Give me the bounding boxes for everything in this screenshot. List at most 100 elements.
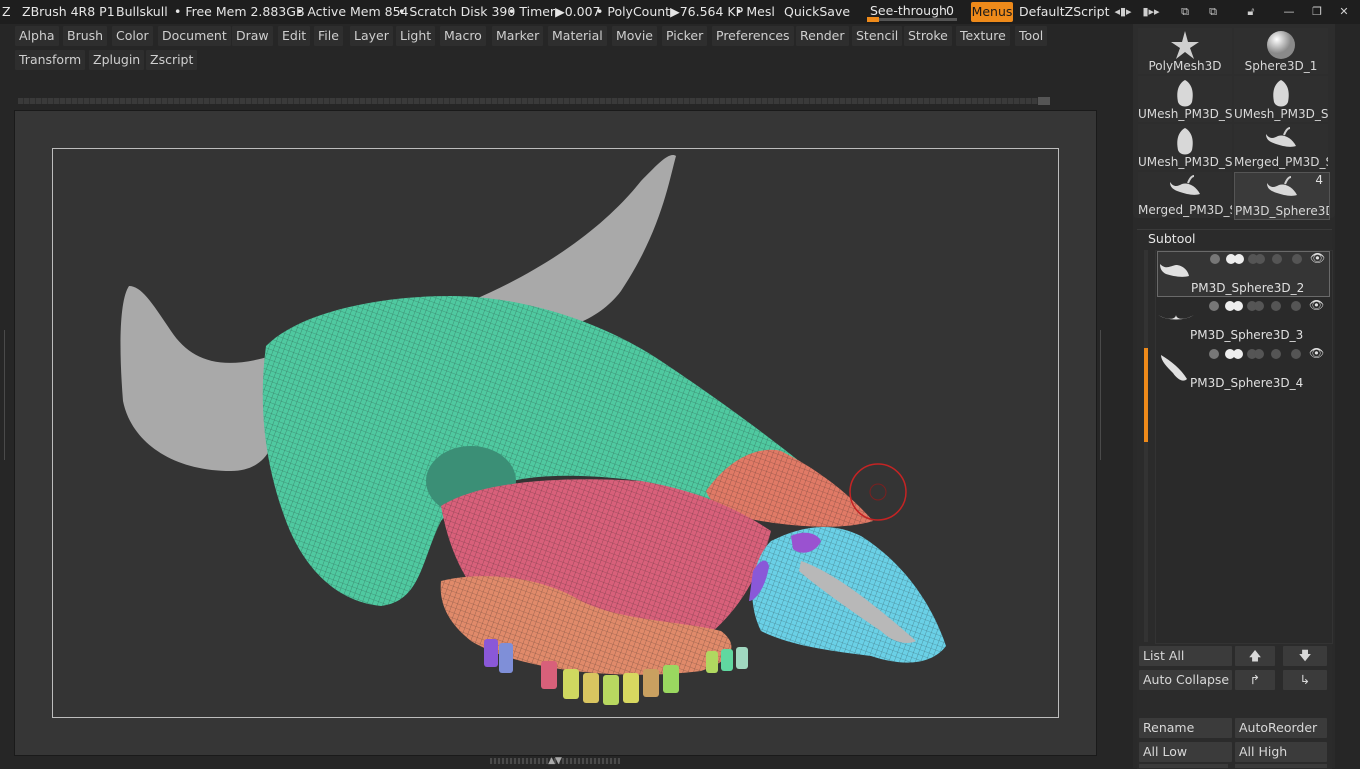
tool-count-badge: 4 — [1315, 173, 1323, 187]
visibility-eye-icon[interactable]: 👁︎ — [1309, 346, 1324, 360]
tool-label: UMesh_PM3D_Sp — [1234, 107, 1328, 121]
tool-label: Sphere3D_1 — [1244, 59, 1318, 73]
dot-icon[interactable] — [1271, 301, 1281, 311]
tool-thumb[interactable]: UMesh_PM3D_Sp — [1234, 76, 1328, 122]
menu-document[interactable]: Document — [158, 26, 231, 46]
tool-label: UMesh_PM3D_Sp — [1138, 155, 1232, 169]
menu-render[interactable]: Render — [796, 26, 849, 46]
tool-label: Merged_PM3D_S — [1234, 155, 1328, 169]
toggle-white2-icon[interactable] — [1233, 349, 1243, 359]
list-all-button[interactable]: List All — [1139, 646, 1232, 666]
menu-alpha[interactable]: Alpha — [15, 26, 59, 46]
swap-layout-icon[interactable]: ⧉ — [1178, 5, 1192, 19]
menu-marker[interactable]: Marker — [492, 26, 544, 46]
close-icon[interactable]: ✕ — [1337, 5, 1351, 19]
polycount: • PolyCount▶76.564 KP — [596, 4, 744, 19]
subtool-row[interactable]: 👁︎ PM3D_Sphere3D_2 — [1157, 251, 1330, 297]
arrow-icon[interactable] — [1209, 349, 1219, 359]
menu-brush[interactable]: Brush — [63, 26, 108, 46]
menu-zplugin[interactable]: Zplugin — [89, 50, 145, 70]
document-name: Bullskull — [116, 4, 168, 19]
subtool-row[interactable]: 👁︎ PM3D_Sphere3D_4 — [1157, 346, 1328, 391]
visibility-eye-icon[interactable]: 👁︎ — [1310, 251, 1325, 265]
tool-thumb[interactable]: PolyMesh3D — [1138, 28, 1232, 74]
menu-layer[interactable]: Layer — [350, 26, 393, 46]
autoreorder-button[interactable]: AutoReorder — [1235, 718, 1327, 738]
dot-dark2-icon[interactable] — [1254, 301, 1264, 311]
shelf-strip-handle[interactable] — [1038, 97, 1050, 105]
dot-icon[interactable] — [1272, 254, 1282, 264]
left-tray-handle[interactable] — [4, 330, 11, 460]
tool-thumb[interactable]: PM3D_Sphere3D 4 — [1234, 172, 1330, 220]
see-through-slider[interactable]: See-through 0 — [865, 2, 960, 22]
menu-transform[interactable]: Transform — [15, 50, 86, 70]
subtool-thumbnail — [1158, 256, 1190, 283]
menu-tool[interactable]: Tool — [1015, 26, 1048, 46]
rename-button[interactable]: Rename — [1139, 718, 1232, 738]
brush-icon[interactable] — [1291, 301, 1301, 311]
menu-movie[interactable]: Movie — [612, 26, 657, 46]
move-down-button[interactable]: 🡇 — [1283, 646, 1327, 666]
save-layout-icon[interactable]: ⧉ — [1206, 5, 1220, 19]
brush-icon[interactable] — [1291, 349, 1301, 359]
all-high-button[interactable]: All High — [1235, 742, 1327, 762]
bull-icon — [1265, 175, 1299, 204]
menus-button[interactable]: Menus — [971, 2, 1013, 22]
quicksave-button[interactable]: QuickSave — [784, 4, 850, 19]
menu-picker[interactable]: Picker — [662, 26, 708, 46]
subtool-scroll-thumb[interactable] — [1144, 348, 1148, 442]
menu-edit[interactable]: Edit — [278, 26, 311, 46]
lock-icon[interactable]: 🔓︎ — [1244, 5, 1258, 19]
tool-thumb[interactable]: Sphere3D_1 — [1234, 28, 1328, 74]
toggle-white2-icon[interactable] — [1233, 301, 1243, 311]
subtool-row[interactable]: 👁︎ PM3D_Sphere3D_3 — [1157, 298, 1328, 343]
subtool-scrollbar[interactable] — [1144, 250, 1148, 642]
tool-thumb[interactable]: Merged_PM3D_S — [1138, 172, 1232, 218]
default-zscript-button[interactable]: DefaultZScript — [1019, 4, 1110, 19]
tool-thumb[interactable]: Merged_PM3D_S — [1234, 124, 1328, 170]
brush-icon[interactable] — [1292, 254, 1302, 264]
arrow-icon[interactable] — [1210, 254, 1220, 264]
minimize-icon[interactable]: — — [1282, 5, 1296, 19]
menu-draw[interactable]: Draw — [232, 26, 273, 46]
subtool-title[interactable]: Subtool — [1148, 231, 1195, 246]
menu-light[interactable]: Light — [396, 26, 436, 46]
layout-right-icon[interactable]: ▮▸▸ — [1140, 5, 1162, 19]
all-low-button[interactable]: All Low — [1139, 742, 1232, 762]
shelf-strip[interactable] — [18, 98, 1038, 104]
auto-collapse-button[interactable]: Auto Collapse — [1139, 670, 1232, 690]
visibility-eye-icon[interactable]: 👁︎ — [1309, 298, 1324, 312]
dot-dark2-icon[interactable] — [1254, 349, 1264, 359]
menu-stencil[interactable]: Stencil — [852, 26, 903, 46]
tool-thumb[interactable]: UMesh_PM3D_Sp — [1138, 124, 1232, 170]
menu-texture[interactable]: Texture — [956, 26, 1010, 46]
bull-skull-model[interactable] — [53, 149, 1058, 717]
tool-label: Merged_PM3D_S — [1138, 203, 1232, 217]
layout-left-icon[interactable]: ◂▮▸ — [1112, 5, 1134, 19]
expand-bottom-icon[interactable]: ▲▼ — [544, 755, 566, 767]
menu-stroke[interactable]: Stroke — [904, 26, 952, 46]
title-bar: Z ZBrush 4R8 P1 Bullskull • Free Mem 2.8… — [0, 0, 1360, 24]
move-up-button[interactable]: 🡅 — [1235, 646, 1275, 666]
left-horn — [120, 286, 276, 471]
dot-icon[interactable] — [1271, 349, 1281, 359]
menu-material[interactable]: Material — [548, 26, 607, 46]
right-tray-handle[interactable] — [1100, 330, 1107, 460]
move-top-button[interactable]: ↱ — [1235, 670, 1275, 690]
menu-zscript[interactable]: Zscript — [146, 50, 198, 70]
see-through-value: 0 — [946, 3, 954, 18]
see-through-handle[interactable] — [867, 17, 879, 22]
timer: • Timer▶0.007 — [508, 4, 601, 19]
dot-dark2-icon[interactable] — [1255, 254, 1265, 264]
move-bottom-button[interactable]: ↳ — [1283, 670, 1327, 690]
menu-file[interactable]: File — [314, 26, 343, 46]
menu-preferences[interactable]: Preferences — [712, 26, 794, 46]
maximize-icon[interactable]: ❐ — [1310, 5, 1324, 19]
menu-macro[interactable]: Macro — [440, 26, 486, 46]
bull-icon — [1264, 126, 1298, 155]
menu-color[interactable]: Color — [112, 26, 153, 46]
tool-thumb[interactable]: UMesh_PM3D_Sp — [1138, 76, 1232, 122]
arrow-icon[interactable] — [1209, 301, 1219, 311]
document-canvas[interactable] — [52, 148, 1059, 718]
toggle-white2-icon[interactable] — [1234, 254, 1244, 264]
